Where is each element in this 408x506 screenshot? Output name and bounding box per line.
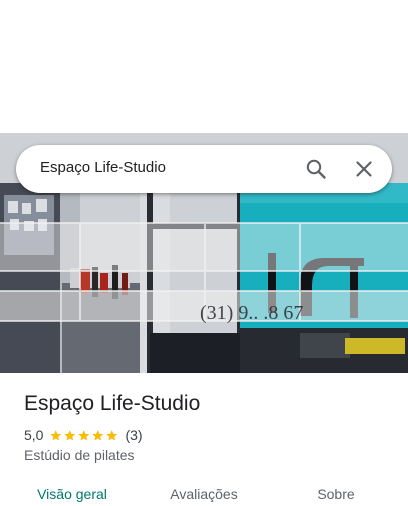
search-bar[interactable]: Espaço Life-Studio — [16, 145, 392, 193]
search-icon[interactable] — [304, 157, 328, 181]
search-input[interactable]: Espaço Life-Studio — [40, 159, 166, 176]
tab-overview[interactable]: Visão geral — [0, 486, 144, 502]
tab-reviews[interactable]: Avaliações — [132, 486, 276, 502]
star-icon — [106, 429, 118, 440]
place-category: Estúdio de pilates — [24, 447, 135, 463]
star-rating — [49, 429, 119, 442]
star-icon — [78, 429, 90, 440]
close-icon[interactable] — [352, 157, 376, 181]
rating-row[interactable]: 5,0 (3) — [24, 426, 143, 444]
review-count[interactable]: (3) — [125, 427, 142, 443]
rating-value: 5,0 — [24, 427, 44, 443]
place-title: Espaço Life-Studio — [24, 392, 201, 415]
star-icon — [50, 429, 62, 440]
place-tabs: Visão geral Avaliações Sobre — [0, 474, 408, 506]
star-icon — [92, 429, 104, 440]
tab-about[interactable]: Sobre — [264, 486, 408, 502]
blank-top-area — [0, 0, 408, 133]
star-icon — [64, 429, 76, 440]
